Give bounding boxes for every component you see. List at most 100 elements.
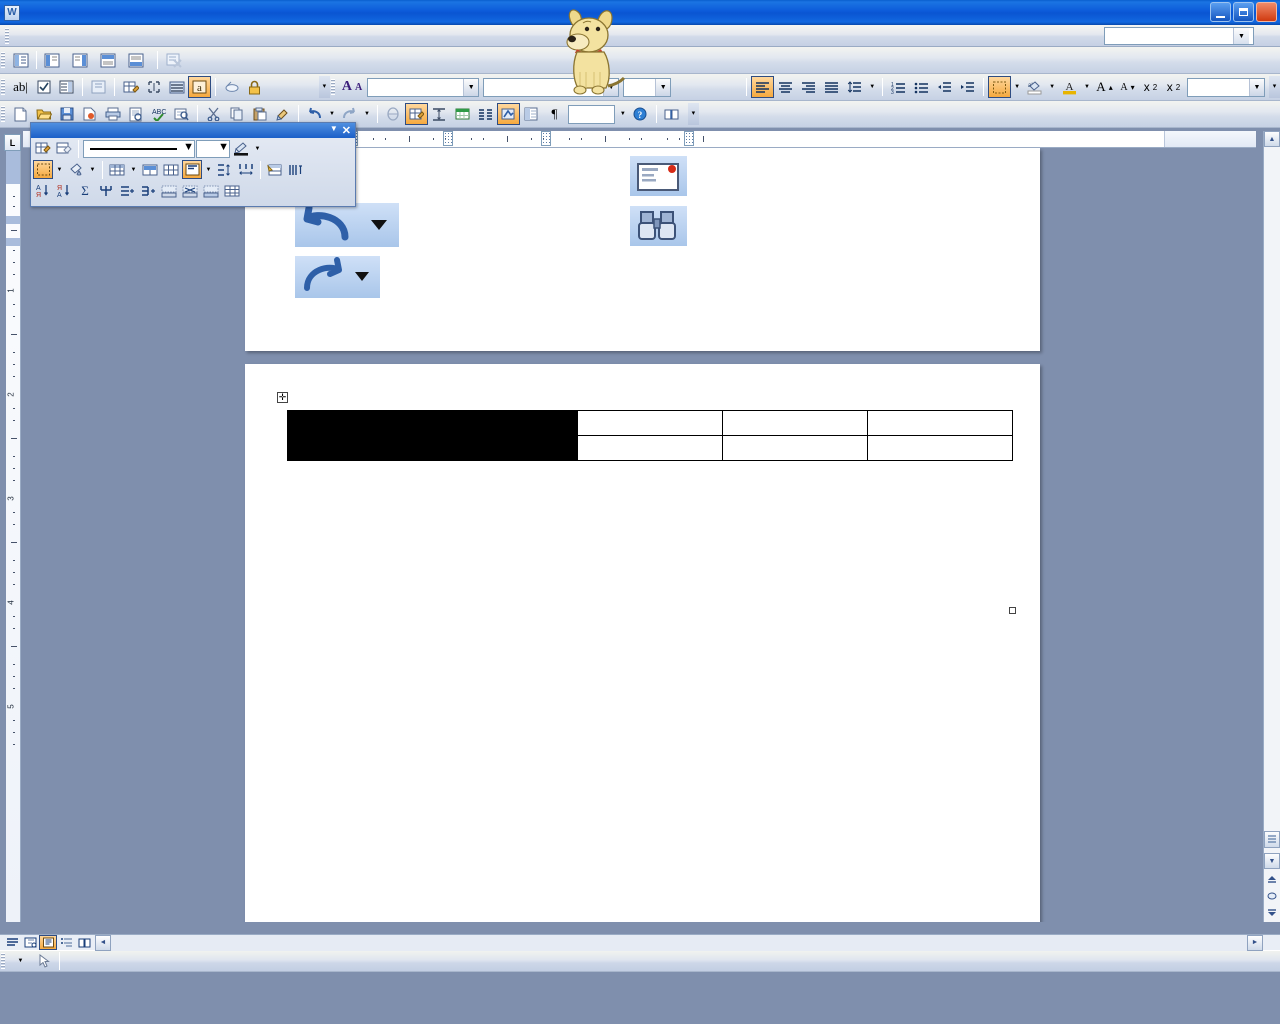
insert-excel-spreadsheet-button[interactable] (451, 103, 474, 125)
table-row[interactable] (287, 410, 1013, 436)
chevron-down-icon[interactable]: ▼ (463, 78, 479, 96)
align-left-button[interactable] (751, 76, 775, 98)
tables-and-borders-button[interactable] (404, 103, 428, 125)
select-objects-arrow-icon[interactable] (32, 950, 55, 972)
menu-window[interactable] (139, 33, 157, 39)
close-button[interactable] (1256, 2, 1277, 22)
highlight-dropdown[interactable]: ▼ (1046, 76, 1058, 98)
shading-color-icon[interactable] (66, 160, 86, 179)
document-map-button[interactable] (520, 103, 543, 125)
document-page-2[interactable]: ✛ (245, 364, 1040, 922)
insert-table-button[interactable] (428, 103, 451, 125)
new-frame-left-button[interactable] (41, 49, 69, 71)
toolbar-grip[interactable] (1, 106, 5, 122)
new-frame-top-button[interactable] (97, 49, 125, 71)
chevron-down-icon[interactable]: ▼ (655, 78, 671, 96)
draw-table-pencil-icon[interactable] (33, 139, 53, 158)
ask-a-question-input[interactable] (1105, 28, 1233, 44)
new-frame-right-button[interactable] (69, 49, 97, 71)
style-combo[interactable]: ▼ (367, 77, 480, 97)
menu-insert[interactable] (67, 33, 85, 39)
language-combo[interactable]: ▼ (1187, 77, 1265, 97)
menu-grip[interactable] (5, 27, 9, 44)
zoom-combo[interactable] (567, 104, 615, 124)
table-grid-icon[interactable] (222, 181, 242, 200)
scroll-left-button[interactable]: ◄ (95, 934, 111, 951)
menu-help[interactable] (157, 33, 175, 39)
insert-columns-icon[interactable] (138, 181, 158, 200)
table-properties-icon[interactable] (96, 181, 116, 200)
table-cell[interactable] (867, 410, 1013, 436)
line-weight-dropdown[interactable]: ▼ (196, 139, 230, 158)
toolbar-grip[interactable] (1, 953, 5, 969)
dropdown-form-field-icon[interactable] (55, 76, 78, 98)
table-resize-handle[interactable] (1009, 607, 1016, 614)
restore-button[interactable] (1233, 2, 1254, 22)
previous-page-button[interactable] (1264, 871, 1280, 887)
delete-frame-button[interactable] (162, 49, 185, 71)
italic-button[interactable] (696, 76, 719, 98)
draw-menu-button[interactable]: ▼ (9, 950, 32, 972)
align-center-button[interactable] (774, 76, 797, 98)
line-style-dropdown[interactable]: ▼ (83, 139, 195, 158)
table-move-handle[interactable]: ✛ (277, 392, 288, 403)
merge-cells-icon[interactable] (140, 160, 160, 179)
delete-cells-icon[interactable] (159, 181, 179, 200)
split-cells-icon[interactable] (161, 160, 181, 179)
sort-descending-icon[interactable]: ЯA (54, 181, 74, 200)
eraser-icon[interactable] (54, 139, 74, 158)
justify-button[interactable] (820, 76, 843, 98)
bulleted-list-button[interactable] (910, 76, 933, 98)
border-color-dropdown[interactable]: ▼ (252, 139, 263, 158)
menu-format[interactable] (85, 33, 103, 39)
subscript-button[interactable]: x2 (1162, 76, 1185, 98)
form-shading-icon[interactable] (165, 76, 188, 98)
toolbar-overflow-button[interactable]: ▾ (318, 76, 330, 98)
ask-a-question-box[interactable]: ▼ (1104, 27, 1254, 45)
insert-hyperlink-button[interactable] (382, 103, 405, 125)
numbered-list-button[interactable]: 123 (887, 76, 910, 98)
minimize-button[interactable] (1210, 2, 1231, 22)
select-browse-object-button[interactable] (1264, 888, 1280, 904)
outline-view-button[interactable] (57, 935, 75, 950)
scroll-up-button[interactable]: ▲ (1264, 131, 1280, 147)
table-cell[interactable] (577, 410, 723, 436)
border-color-icon[interactable] (231, 139, 251, 158)
zoom-dropdown[interactable]: ▼ (617, 103, 629, 125)
styles-and-formatting-icon[interactable]: AA (339, 76, 365, 98)
show-formatting-marks-button[interactable]: ¶ (543, 103, 566, 125)
align-top-left-icon[interactable] (182, 160, 202, 179)
shrink-font-button[interactable]: A ▾ (1116, 76, 1139, 98)
new-frame-bottom-button[interactable] (125, 49, 153, 71)
normal-view-button[interactable] (3, 935, 21, 950)
horizontal-scrollbar-row[interactable]: ◄ ► (0, 934, 1280, 951)
table-cell[interactable] (577, 435, 723, 461)
protect-form-lock-icon[interactable] (243, 76, 266, 98)
vertical-ruler[interactable]: 1 2 3 4 5 (6, 150, 21, 922)
reading-layout-view-button[interactable] (75, 935, 93, 950)
table-column-marker[interactable] (684, 131, 694, 146)
reset-form-fields-icon[interactable] (220, 76, 243, 98)
toolbar-grip[interactable] (1, 79, 5, 95)
scroll-right-button[interactable]: ► (1247, 934, 1263, 951)
menu-view[interactable] (49, 33, 67, 39)
line-spacing-dropdown[interactable]: ▼ (866, 76, 878, 98)
redo-dropdown[interactable]: ▼ (361, 103, 373, 125)
document-table[interactable] (287, 410, 1013, 461)
table-cell[interactable] (722, 435, 868, 461)
formatting-toolbar-grip[interactable] (330, 79, 335, 95)
distribute-columns-evenly-icon[interactable] (236, 160, 256, 179)
font-size-combo[interactable]: ▼ (623, 77, 672, 97)
sort-ascending-icon[interactable]: AЯ (33, 181, 53, 200)
document-page-1[interactable] (245, 148, 1040, 351)
font-color-dropdown[interactable]: ▼ (1081, 76, 1093, 98)
underline-button[interactable] (719, 76, 742, 98)
tables-and-borders-toolbar[interactable]: ▼ ✕ ▼ ▼ ▼ ▼ ▼ ▼ ▼ A Я Я A Σ (30, 122, 356, 207)
insert-table-icon[interactable] (107, 160, 127, 179)
borders-dropdown[interactable]: ▼ (1011, 76, 1023, 98)
border-dropdown[interactable]: ▼ (54, 160, 65, 179)
grow-font-button[interactable]: A ▴ (1093, 76, 1116, 98)
decrease-indent-button[interactable] (933, 76, 956, 98)
office-assistant-dog[interactable] (558, 2, 630, 98)
bold-button[interactable] (673, 76, 696, 98)
